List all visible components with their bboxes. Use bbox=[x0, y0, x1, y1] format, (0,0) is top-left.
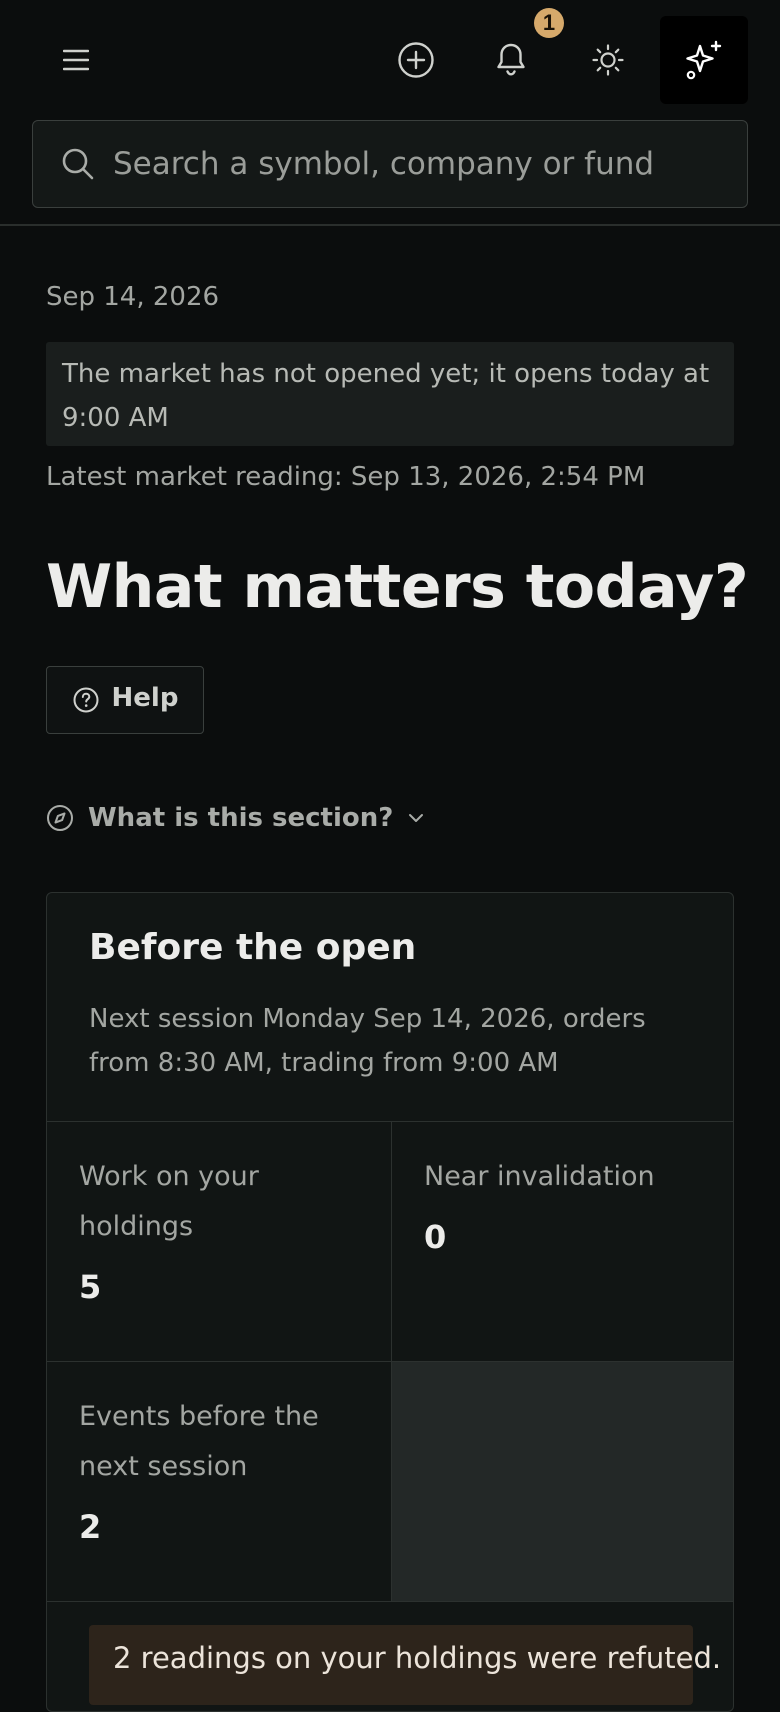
menu-button[interactable] bbox=[56, 36, 96, 84]
search-input[interactable] bbox=[113, 146, 693, 182]
stat-value: 2 bbox=[79, 1508, 102, 1546]
market-status-notice: The market has not opened yet; it opens … bbox=[46, 342, 734, 446]
refuted-readings-alert[interactable]: 2 readings on your holdings were refuted… bbox=[89, 1625, 721, 1705]
top-bar: 1 bbox=[0, 0, 780, 120]
bell-icon bbox=[497, 43, 525, 76]
card-subtitle: Next session Monday Sep 14, 2026, orders… bbox=[89, 1004, 646, 1078]
before-open-card: Before the open Next session Monday Sep … bbox=[46, 892, 734, 1712]
compass-icon bbox=[47, 805, 73, 831]
page-title: What matters today? bbox=[46, 552, 749, 622]
stat-value: 5 bbox=[79, 1268, 102, 1306]
card-title: Before the open bbox=[89, 927, 417, 968]
sun-icon bbox=[592, 44, 624, 76]
search-bar[interactable] bbox=[32, 120, 748, 208]
stats-grid: Work on your holdings 5 Near invalidatio… bbox=[47, 1121, 733, 1602]
section-info-label: What is this section? bbox=[88, 803, 394, 833]
stat-holdings-work[interactable]: Work on your holdings 5 bbox=[47, 1122, 392, 1362]
hamburger-menu-icon bbox=[63, 49, 89, 71]
notification-count-badge: 1 bbox=[534, 8, 564, 38]
stat-label: Work on your holdings bbox=[79, 1161, 259, 1242]
stats-empty-cell bbox=[392, 1362, 733, 1602]
search-icon bbox=[61, 147, 95, 181]
stat-label: Near invalidation bbox=[424, 1161, 655, 1192]
question-circle-icon bbox=[73, 687, 99, 713]
help-button-label: Help bbox=[111, 683, 179, 713]
add-button[interactable] bbox=[394, 36, 438, 84]
header-divider bbox=[0, 224, 780, 226]
stat-near-invalidation[interactable]: Near invalidation 0 bbox=[392, 1122, 733, 1362]
theme-toggle-button[interactable] bbox=[586, 36, 630, 84]
sparkles-icon bbox=[686, 40, 722, 80]
help-button[interactable]: Help bbox=[46, 666, 204, 734]
assistant-button[interactable] bbox=[660, 16, 748, 104]
chevron-down-icon bbox=[409, 814, 424, 822]
plus-circle-icon bbox=[398, 42, 434, 78]
latest-market-reading: Latest market reading: Sep 13, 2026, 2:5… bbox=[46, 462, 646, 492]
current-date: Sep 14, 2026 bbox=[46, 282, 220, 312]
section-info-toggle[interactable]: What is this section? bbox=[46, 796, 425, 840]
stat-upcoming-events[interactable]: Events before the next session 2 bbox=[47, 1362, 392, 1602]
notifications-button[interactable] bbox=[489, 36, 533, 84]
stat-label: Events before the next session bbox=[79, 1401, 319, 1482]
stat-value: 0 bbox=[424, 1218, 447, 1256]
